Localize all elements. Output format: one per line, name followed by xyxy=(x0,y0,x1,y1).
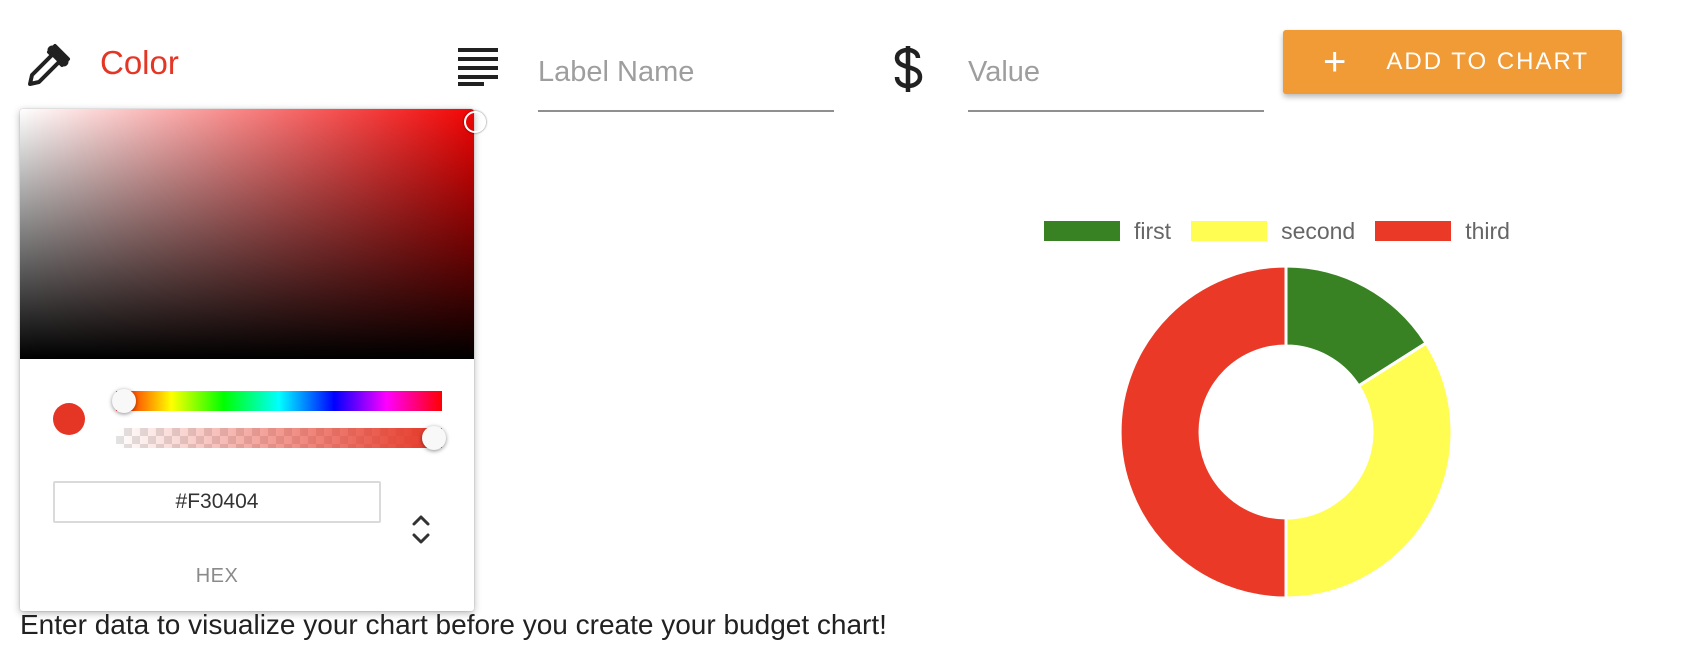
text-lines-icon xyxy=(456,46,500,86)
color-picker-popover: HEX xyxy=(20,109,486,611)
value-underline xyxy=(968,110,1264,112)
eyedropper-icon xyxy=(24,42,72,90)
legend-swatch xyxy=(1375,221,1452,241)
hue-slider[interactable] xyxy=(112,389,442,413)
color-mode-label: HEX xyxy=(195,565,239,587)
label-name-field xyxy=(538,42,834,112)
chart-legend: first second third xyxy=(1044,218,1530,245)
donut-slice-third[interactable] xyxy=(1118,264,1288,600)
mode-toggle-button[interactable] xyxy=(406,509,436,549)
saturation-handle[interactable] xyxy=(464,111,486,133)
hex-input[interactable] xyxy=(53,481,381,523)
legend-item-second[interactable]: second xyxy=(1191,218,1355,245)
color-swatch xyxy=(53,403,85,435)
dollar-icon xyxy=(892,44,924,94)
legend-swatch xyxy=(1191,221,1268,241)
value-field xyxy=(968,42,1264,112)
legend-label: third xyxy=(1465,217,1510,244)
donut-slice-second[interactable] xyxy=(1284,340,1454,600)
hue-slider-handle[interactable] xyxy=(112,389,136,413)
add-to-chart-button[interactable]: + ADD TO CHART xyxy=(1283,30,1622,94)
label-name-input[interactable] xyxy=(538,42,834,102)
label-name-underline xyxy=(538,110,834,112)
add-to-chart-label: ADD TO CHART xyxy=(1386,48,1590,75)
footer-message: Enter data to visualize your chart befor… xyxy=(20,609,887,640)
legend-item-first[interactable]: first xyxy=(1044,218,1171,245)
chevron-up-down-icon xyxy=(412,515,430,544)
value-input[interactable] xyxy=(968,42,1264,102)
alpha-slider-handle[interactable] xyxy=(422,426,446,450)
color-label[interactable]: Color xyxy=(100,44,179,82)
saturation-area[interactable] xyxy=(20,109,474,359)
alpha-slider[interactable] xyxy=(116,426,446,450)
legend-label: second xyxy=(1281,217,1356,244)
legend-item-third[interactable]: third xyxy=(1375,218,1510,245)
legend-label: first xyxy=(1134,217,1172,244)
legend-swatch xyxy=(1044,221,1120,241)
alpha-gradient xyxy=(116,428,442,448)
doughnut-chart xyxy=(1118,264,1454,600)
plus-icon: + xyxy=(1323,40,1347,84)
